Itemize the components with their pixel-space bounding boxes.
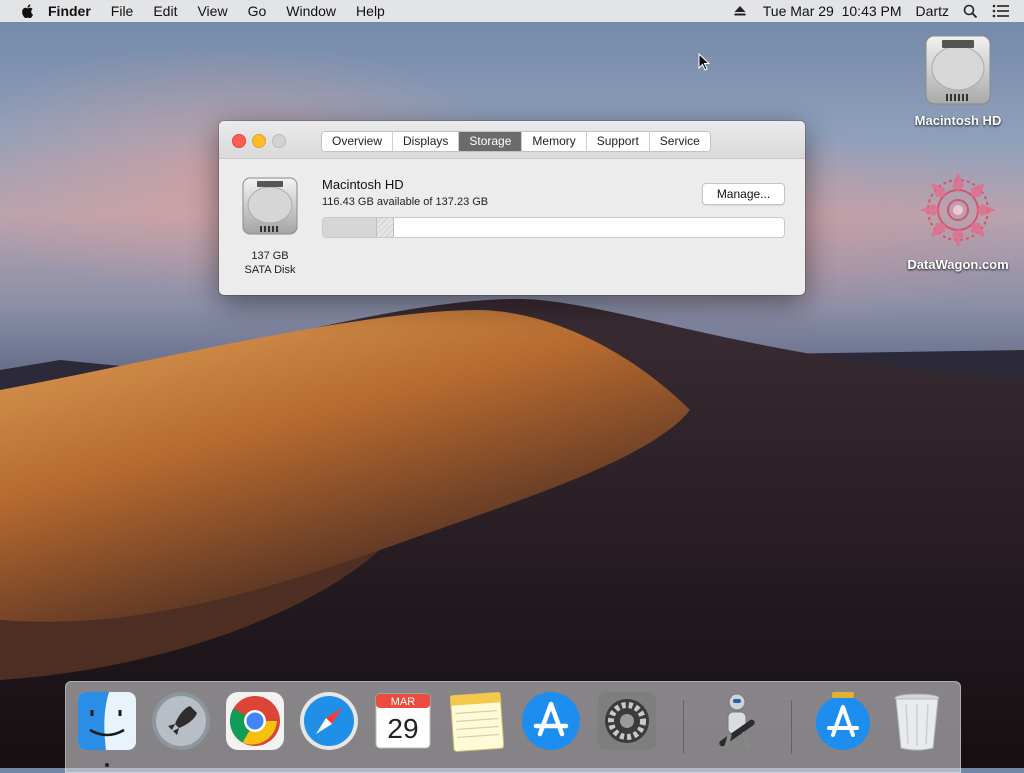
menu-app-finder[interactable]: Finder bbox=[48, 0, 101, 22]
dock-notes-icon[interactable] bbox=[446, 690, 508, 752]
close-button[interactable] bbox=[232, 134, 246, 148]
apple-menu-icon[interactable] bbox=[20, 3, 36, 19]
tab-service[interactable]: Service bbox=[649, 132, 710, 151]
menu-bar: Finder File Edit View Go Window Help Tue… bbox=[0, 0, 1024, 22]
dock-finder-icon[interactable] bbox=[76, 690, 138, 752]
zoom-button bbox=[272, 134, 286, 148]
storage-used-segment bbox=[323, 218, 376, 237]
tab-bar: Overview Displays Storage Memory Support… bbox=[321, 131, 711, 152]
menu-window[interactable]: Window bbox=[276, 0, 346, 22]
dock-trash-icon[interactable] bbox=[886, 690, 948, 752]
calendar-month: MAR bbox=[391, 696, 416, 708]
desktop-icon-macintosh-hd[interactable]: Macintosh HD bbox=[898, 32, 1018, 128]
eject-icon[interactable] bbox=[733, 4, 747, 18]
tab-support[interactable]: Support bbox=[586, 132, 650, 151]
dock-launchpad-icon[interactable] bbox=[150, 690, 212, 752]
manage-button[interactable]: Manage... bbox=[702, 183, 785, 205]
menu-edit[interactable]: Edit bbox=[143, 0, 187, 22]
menu-file[interactable]: File bbox=[101, 0, 144, 22]
storage-panel: 137 GB SATA Disk Macintosh HD 116.43 GB … bbox=[219, 159, 805, 295]
menu-clock[interactable]: Tue Mar 29 10:43 PM bbox=[763, 3, 902, 19]
desktop-icon-label: Macintosh HD bbox=[914, 113, 1002, 128]
hard-drive-icon bbox=[242, 177, 298, 235]
mandala-logo-icon bbox=[920, 172, 996, 248]
storage-usage-bar bbox=[322, 217, 785, 238]
notification-center-icon[interactable] bbox=[992, 4, 1010, 18]
dock-app-store-icon[interactable] bbox=[520, 690, 582, 752]
about-this-mac-window: Overview Displays Storage Memory Support… bbox=[219, 121, 805, 295]
dock-downloads-stack-icon[interactable] bbox=[812, 690, 874, 752]
desktop-icon-datawagon[interactable]: DataWagon.com bbox=[898, 168, 1018, 272]
disk-info: 137 GB SATA Disk bbox=[229, 249, 311, 277]
desktop-icon-label: DataWagon.com bbox=[907, 257, 1009, 272]
dock-separator bbox=[683, 700, 684, 754]
volume-name: Macintosh HD bbox=[322, 177, 404, 192]
tab-overview[interactable]: Overview bbox=[322, 132, 394, 151]
window-titlebar[interactable]: Overview Displays Storage Memory Support… bbox=[219, 121, 805, 159]
tab-displays[interactable]: Displays bbox=[393, 132, 460, 151]
menu-go[interactable]: Go bbox=[238, 0, 277, 22]
calendar-day: 29 bbox=[387, 713, 418, 744]
dock: MAR 29 bbox=[65, 681, 961, 773]
dock-system-preferences-icon[interactable] bbox=[596, 690, 658, 752]
dock-automator-icon[interactable] bbox=[706, 690, 768, 752]
menu-help[interactable]: Help bbox=[346, 0, 395, 22]
tab-storage[interactable]: Storage bbox=[459, 132, 523, 151]
spotlight-search-icon[interactable] bbox=[963, 4, 978, 19]
running-indicator bbox=[105, 763, 109, 767]
volume-available: 116.43 GB available of 137.23 GB bbox=[322, 196, 489, 208]
minimize-button[interactable] bbox=[252, 134, 266, 148]
dock-chrome-icon[interactable] bbox=[224, 690, 286, 752]
hard-drive-icon bbox=[925, 35, 991, 105]
menu-view[interactable]: View bbox=[187, 0, 237, 22]
disk-type: SATA Disk bbox=[244, 264, 296, 276]
mouse-cursor-icon bbox=[698, 53, 710, 71]
dock-safari-icon[interactable] bbox=[298, 690, 360, 752]
dock-calendar-icon[interactable]: MAR 29 bbox=[372, 690, 434, 752]
disk-capacity: 137 GB bbox=[251, 250, 289, 262]
menu-user[interactable]: Dartz bbox=[916, 3, 949, 19]
dock-separator bbox=[791, 700, 792, 754]
storage-purgeable-segment bbox=[376, 218, 394, 237]
tab-memory[interactable]: Memory bbox=[522, 132, 587, 151]
